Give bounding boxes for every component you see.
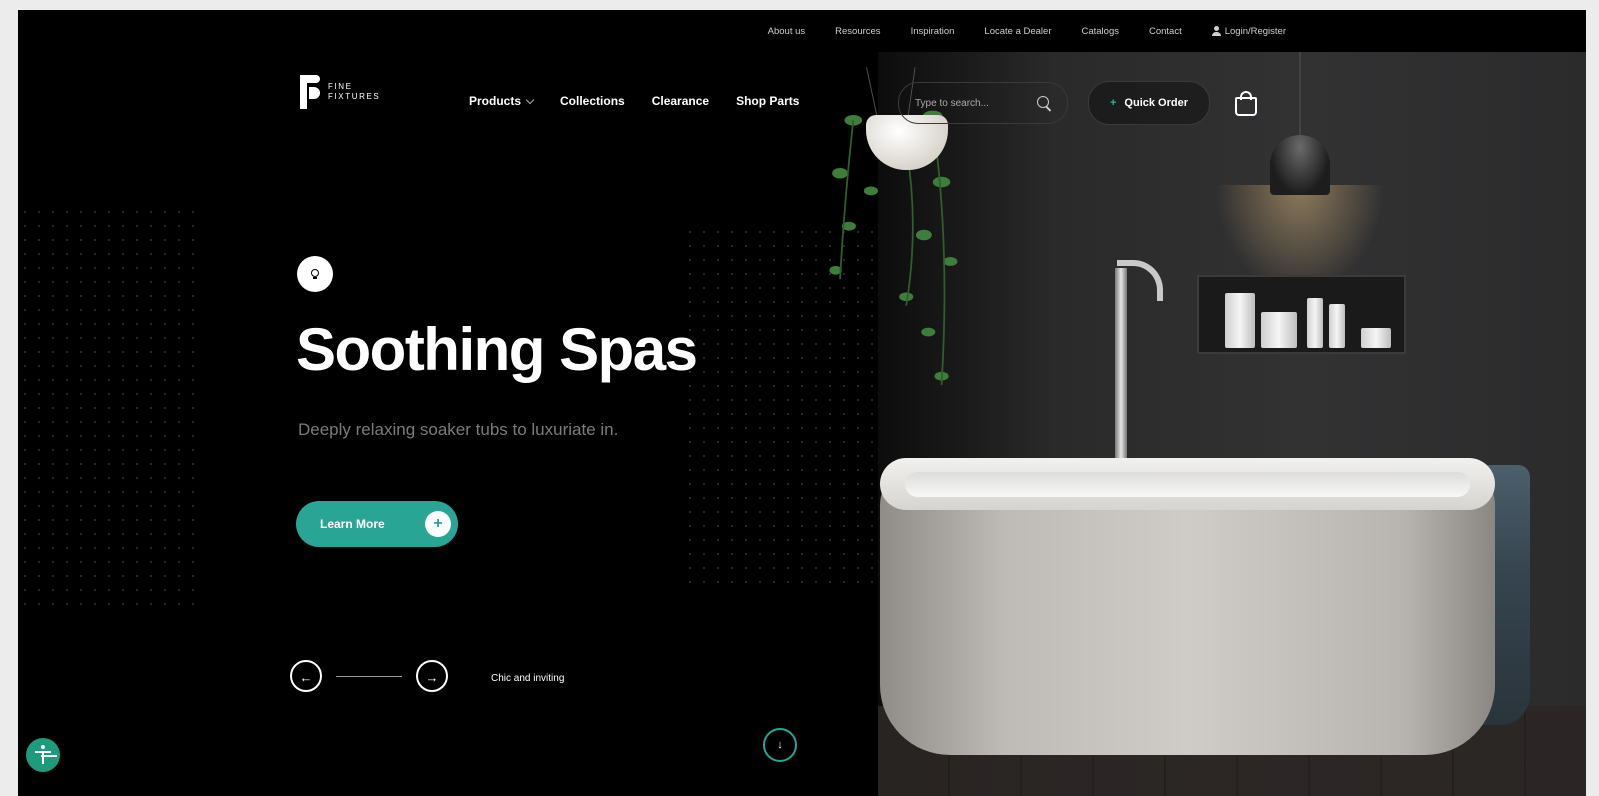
search-box (898, 82, 1068, 124)
plus-icon: + (1109, 97, 1117, 109)
slide-caption: Chic and inviting (491, 673, 565, 684)
page-frame: About us Resources Inspiration Locate a … (18, 10, 1586, 796)
arrow-down-icon[interactable]: ↓ (763, 728, 797, 762)
nav-products-label: Products (469, 94, 522, 108)
logo-text: FINE FIXTURES (328, 82, 380, 102)
main-nav: Products Collections Clearance Shop Part… (469, 94, 799, 108)
link-about-us[interactable]: About us (768, 26, 806, 37)
login-register-link[interactable]: Login/Register (1211, 25, 1286, 37)
logo-mark (300, 75, 320, 109)
nav-shop-parts[interactable]: Shop Parts (736, 94, 799, 108)
utility-links: About us Resources Inspiration Locate a … (768, 10, 1286, 52)
logo-line-2: FIXTURES (328, 92, 381, 101)
quick-order-button[interactable]: + Quick Order (1088, 81, 1210, 125)
nav-clearance[interactable]: Clearance (652, 94, 709, 108)
learn-more-label: Learn More (320, 517, 385, 531)
hero-title: Soothing Spas (296, 316, 698, 383)
arrow-left-icon[interactable]: ← (290, 660, 322, 692)
pendant-lamp (1270, 135, 1330, 195)
logo[interactable]: FINE FIXTURES (300, 75, 380, 109)
lamp-cord (1299, 52, 1301, 142)
hero-subtitle: Deeply relaxing soaker tubs to luxuriate… (298, 420, 619, 439)
accessibility-button[interactable] (26, 738, 60, 772)
quick-order-label: Quick Order (1124, 97, 1188, 109)
search-input[interactable] (913, 96, 1027, 110)
bathtub-inner (905, 472, 1470, 497)
logo-line-1: FINE (328, 82, 353, 91)
login-label: Login/Register (1224, 25, 1286, 37)
chevron-down-icon (525, 95, 535, 104)
slider-progress-line (336, 675, 402, 677)
search-icon[interactable] (1037, 96, 1049, 108)
learn-more-button[interactable]: Learn More + (296, 501, 458, 547)
link-locate-dealer[interactable]: Locate a Dealer (984, 26, 1051, 37)
link-contact[interactable]: Contact (1149, 26, 1182, 37)
nav-collections[interactable]: Collections (560, 94, 625, 108)
link-catalogs[interactable]: Catalogs (1081, 26, 1119, 37)
user-icon (1211, 26, 1221, 36)
arrow-right-icon[interactable]: → (416, 660, 448, 692)
bulb-icon (311, 268, 319, 280)
nav-products[interactable]: Products (469, 94, 535, 108)
utility-bar: About us Resources Inspiration Locate a … (18, 10, 1586, 52)
link-resources[interactable]: Resources (835, 26, 880, 37)
plus-icon: + (425, 511, 451, 537)
bag-icon[interactable] (1235, 91, 1257, 116)
bulb-badge (297, 256, 333, 292)
slider-controls: ← → (290, 660, 448, 692)
dot-pattern-left (18, 205, 198, 605)
wall-niche (1197, 275, 1406, 354)
link-inspiration[interactable]: Inspiration (911, 26, 955, 37)
accessibility-icon (34, 745, 52, 765)
